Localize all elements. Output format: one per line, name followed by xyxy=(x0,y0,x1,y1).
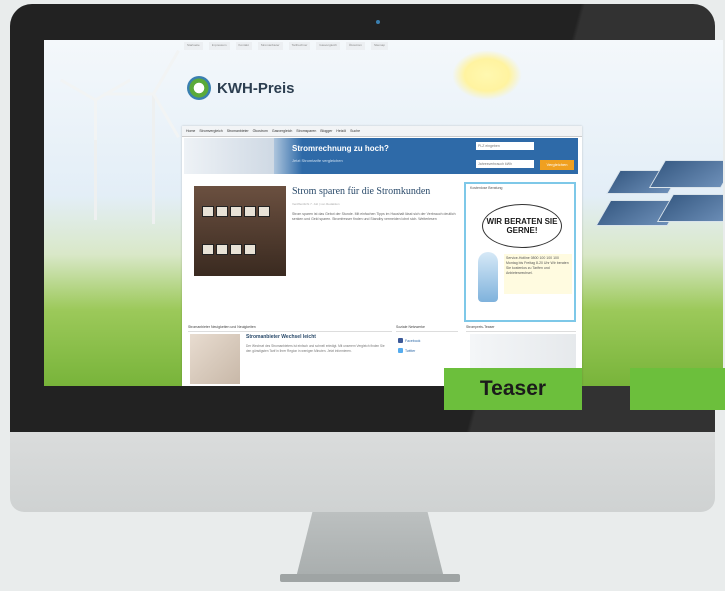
kwh-input[interactable]: Jahresverbrauch kWh xyxy=(476,160,534,168)
turbine-blade xyxy=(94,78,131,102)
menu-item[interactable]: Stromanbieter xyxy=(227,129,249,133)
compare-button[interactable]: Vergleichen xyxy=(540,160,574,170)
main-menu: Home Stromvergleich Stromanbieter Ökostr… xyxy=(182,126,582,137)
meter-digit xyxy=(230,244,242,255)
top-link[interactable]: Sitemap xyxy=(370,42,388,50)
website-screenshot: Startseite Impressum Kontakt Stromanbiet… xyxy=(44,40,723,386)
mascot-image xyxy=(478,252,498,302)
social-heading: Soziale Netzwerke xyxy=(396,325,458,332)
top-links: Startseite Impressum Kontakt Stromanbiet… xyxy=(184,42,584,50)
menu-item[interactable]: Gasvergleich xyxy=(272,129,292,133)
monitor-chin xyxy=(10,432,715,512)
top-link[interactable]: Stromanbieter xyxy=(257,42,283,50)
solar-panel xyxy=(656,194,723,222)
teaser-label: Teaser xyxy=(444,368,582,410)
meter-digit xyxy=(216,206,228,217)
meter-digit xyxy=(202,206,214,217)
monitor-stand-base xyxy=(280,574,460,582)
news-section-heading: Stromanbieter Neuigkeiten und Neuigkeite… xyxy=(188,325,392,332)
sun-background xyxy=(452,50,522,100)
meter-digit xyxy=(216,244,228,255)
turbine-blade xyxy=(152,93,180,139)
social-link-twitter[interactable]: Twitter xyxy=(398,348,415,353)
advice-box-label: Kostenlose Beratung xyxy=(470,186,503,190)
banner-image xyxy=(184,138,274,174)
wind-turbine xyxy=(152,94,155,224)
label-bar xyxy=(630,368,725,410)
top-link[interactable]: Impressum xyxy=(208,42,230,50)
top-link[interactable]: Kontakt xyxy=(235,42,252,50)
menu-item[interactable]: Home xyxy=(186,129,195,133)
social-label: Twitter xyxy=(405,348,416,353)
menu-item[interactable]: Stromsparen xyxy=(296,129,316,133)
solar-panels xyxy=(573,160,723,250)
meter-digit xyxy=(244,206,256,217)
feature-meta: Veröffentlicht 7. Juli | von Redaktion xyxy=(292,202,340,206)
turbine-blade xyxy=(152,49,180,95)
feature-text: Strom sparen ist das Gebot der Stunde. M… xyxy=(292,212,456,221)
article-image xyxy=(190,334,240,384)
banner-subtitle: Jetzt Stromtarife vergleichen xyxy=(292,158,343,163)
menu-item[interactable]: Stromvergleich xyxy=(199,129,222,133)
meter-digit xyxy=(258,206,270,217)
meter-digit xyxy=(244,244,256,255)
menu-item[interactable]: Suche xyxy=(350,129,360,133)
twitter-icon xyxy=(398,348,403,353)
top-link[interactable]: Startseite xyxy=(184,42,203,50)
solar-panel xyxy=(648,160,723,188)
meter-digit xyxy=(230,206,242,217)
advice-box[interactable]: Kostenlose Beratung WIR BERATEN SIE GERN… xyxy=(464,182,576,322)
tariff-banner: Stromrechnung zu hoch? Jetzt Stromtarife… xyxy=(184,138,578,174)
banner-title: Stromrechnung zu hoch? xyxy=(292,144,389,153)
social-link-facebook[interactable]: Facebook xyxy=(398,338,420,343)
turbine-blade xyxy=(94,100,97,140)
top-link[interactable]: Tarifrechner xyxy=(288,42,311,50)
top-link[interactable]: Gasvergleich xyxy=(316,42,340,50)
menu-item[interactable]: Ökostrom xyxy=(253,129,268,133)
article-title[interactable]: Stromanbieter Wechsel leicht xyxy=(246,334,316,340)
hotline-info: Service-Hotline 0800 100 100 100 Montag … xyxy=(504,254,572,294)
site-content: Home Stromvergleich Stromanbieter Ökostr… xyxy=(182,126,582,386)
turbine-blade xyxy=(60,78,97,102)
plz-input[interactable]: PLZ eingeben xyxy=(476,142,534,150)
menu-item[interactable]: Blogger xyxy=(320,129,332,133)
facebook-icon xyxy=(398,338,403,343)
logo-icon xyxy=(187,76,211,100)
feature-image-meter xyxy=(194,186,286,276)
feature-title[interactable]: Strom sparen für die Stromkunden xyxy=(292,186,430,197)
top-link[interactable]: Ökostrom xyxy=(345,42,365,50)
article-text: Der Wechsel des Stromanbieters ist einfa… xyxy=(246,344,385,353)
menu-item[interactable]: Heizöl xyxy=(336,129,346,133)
logo-text: KWH-Preis xyxy=(217,79,295,97)
monitor-stand xyxy=(296,512,444,576)
teaser-heading: Strompreis-Teaser xyxy=(466,325,576,332)
meter-digit xyxy=(202,244,214,255)
site-logo[interactable]: KWH-Preis xyxy=(187,76,295,100)
turbine-blade xyxy=(103,92,154,96)
advice-bubble: WIR BERATEN SIE GERNE! xyxy=(482,204,562,248)
social-label: Facebook xyxy=(405,338,421,343)
webcam xyxy=(376,20,380,24)
